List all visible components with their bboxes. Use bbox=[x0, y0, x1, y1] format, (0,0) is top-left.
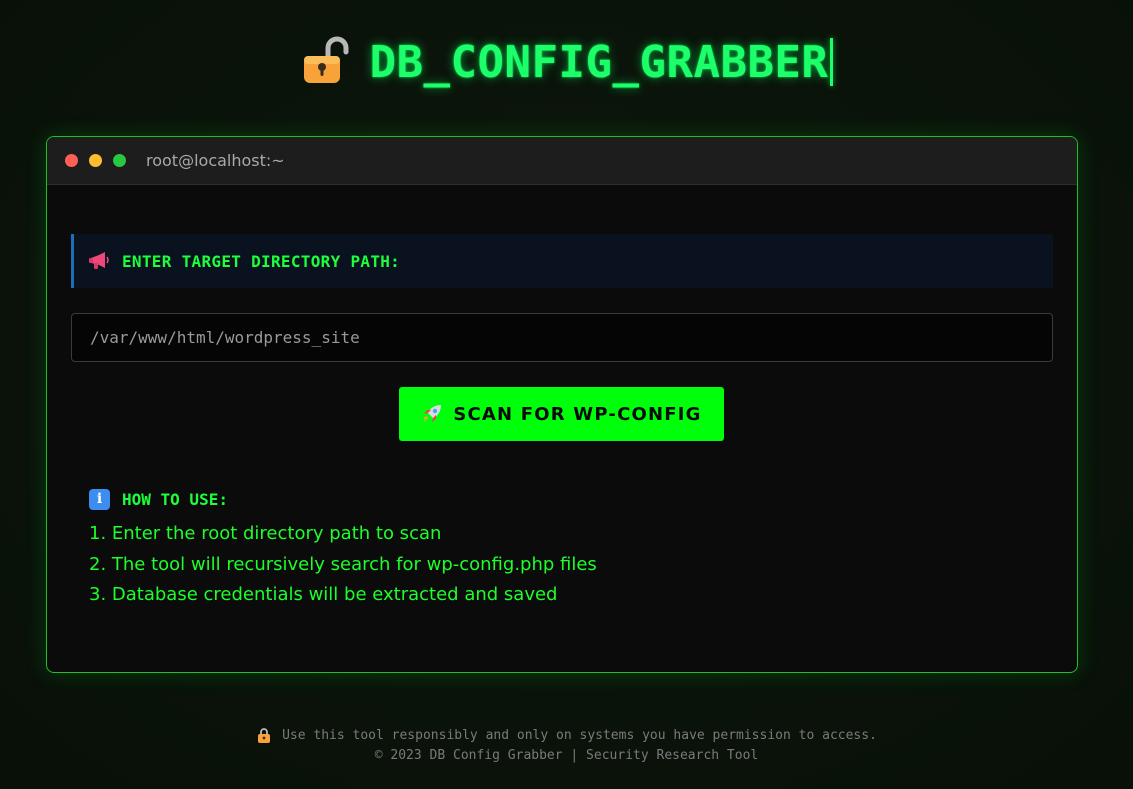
footer: Use this tool responsibly and only on sy… bbox=[0, 724, 1133, 763]
footer-notice-text: Use this tool responsibly and only on sy… bbox=[282, 727, 877, 743]
scan-button-label: SCAN FOR WP-CONFIG bbox=[453, 403, 702, 425]
instruction-step: 1. Enter the root directory path to scan bbox=[89, 523, 442, 544]
how-to-use-section: i HOW TO USE: 1. Enter the root director… bbox=[89, 487, 989, 611]
maximize-dot-icon[interactable] bbox=[113, 154, 126, 167]
close-dot-icon[interactable] bbox=[65, 154, 78, 167]
footer-copyright: © 2023 DB Config Grabber | Security Rese… bbox=[374, 748, 759, 763]
app-title: DB_CONFIG_GRABBER bbox=[369, 36, 829, 88]
info-icon: i bbox=[89, 488, 110, 510]
rocket-icon bbox=[423, 405, 442, 422]
scan-button[interactable]: SCAN FOR WP-CONFIG bbox=[399, 387, 724, 441]
minimize-dot-icon[interactable] bbox=[89, 154, 102, 167]
footer-notice: Use this tool responsibly and only on sy… bbox=[0, 724, 1133, 746]
text-cursor bbox=[830, 38, 834, 86]
unlocked-padlock-icon bbox=[303, 36, 349, 83]
directory-path-input[interactable] bbox=[71, 313, 1053, 362]
terminal-window: root@localhost:~ ENTER TARGET DIRECTORY … bbox=[46, 136, 1078, 673]
header: DB_CONFIG_GRABBER bbox=[0, 30, 1133, 94]
instruction-step: 3. Database credentials will be extracte… bbox=[89, 584, 558, 605]
instruction-step: 2. The tool will recursively search for … bbox=[89, 553, 597, 575]
how-to-use-title: HOW TO USE: bbox=[122, 489, 228, 509]
megaphone-icon bbox=[89, 252, 109, 269]
directory-prompt: ENTER TARGET DIRECTORY PATH: bbox=[71, 234, 1053, 288]
locked-padlock-icon bbox=[258, 728, 271, 743]
terminal-title: root@localhost:~ bbox=[146, 151, 285, 170]
prompt-label: ENTER TARGET DIRECTORY PATH: bbox=[122, 251, 401, 271]
how-to-use-heading: i HOW TO USE: bbox=[89, 487, 989, 511]
terminal-titlebar: root@localhost:~ bbox=[47, 137, 1077, 185]
